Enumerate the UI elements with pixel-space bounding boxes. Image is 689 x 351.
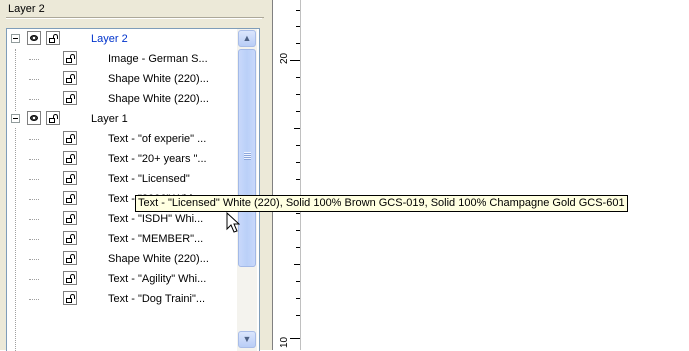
tree-connector <box>29 139 39 140</box>
layer-tooltip: Text - "Licensed" White (220), Solid 100… <box>135 195 628 212</box>
tree-connector <box>29 219 39 220</box>
layer-item-row[interactable]: Text - "Dog Traini"... <box>7 289 237 309</box>
lock-icon[interactable] <box>63 231 77 245</box>
item-label: Text - "MEMBER"... <box>108 233 204 245</box>
lock-icon[interactable] <box>46 31 60 45</box>
panel-title: Layer 2 <box>6 1 264 19</box>
layer-item-row[interactable]: Shape White (220)... <box>7 249 237 269</box>
item-label: Text - "Agility" Whi... <box>108 273 207 285</box>
layer-item-row[interactable]: Text - "Agility" Whi... <box>7 269 237 289</box>
ruler-tick <box>290 60 300 61</box>
layer-item-row[interactable]: Image - German S... <box>7 49 237 69</box>
lock-icon[interactable] <box>63 211 77 225</box>
ruler-tick <box>296 298 300 299</box>
layer-item-row[interactable]: Text - "Licensed" <box>7 169 237 189</box>
ruler-tick <box>294 264 300 265</box>
lock-icon[interactable] <box>63 291 77 305</box>
item-label: Text - "Dog Traini"... <box>108 293 206 305</box>
tree-connector <box>29 59 39 60</box>
layer-label: Layer 2 <box>91 33 128 45</box>
ruler-tick <box>296 179 300 180</box>
item-label: Shape White (220)... <box>108 73 209 85</box>
lock-icon[interactable] <box>63 251 77 265</box>
layers-panel: Layer 2 Layer 2 Image - German S... Shap… <box>0 0 272 351</box>
tree-connector <box>29 79 39 80</box>
lock-icon[interactable] <box>63 91 77 105</box>
grip-icon <box>244 152 251 160</box>
lock-icon[interactable] <box>63 271 77 285</box>
vertical-scrollbar[interactable]: ▲ ▼ <box>237 29 257 351</box>
layer-item-row[interactable]: Text - "MEMBER"... <box>7 229 237 249</box>
item-label: Shape White (220)... <box>108 93 209 105</box>
layer-item-row[interactable]: Text - "of experie" ... <box>7 129 237 149</box>
tree-connector <box>29 179 39 180</box>
item-label: Text - "of experie" ... <box>108 133 207 145</box>
lock-icon[interactable] <box>46 111 60 125</box>
ruler-tick <box>296 213 300 214</box>
layer-label: Layer 1 <box>91 113 128 125</box>
item-label: Text - "ISDH" Whi... <box>108 213 204 225</box>
item-label: Text - "20+ years "... <box>108 153 207 165</box>
tree-connector <box>29 159 39 160</box>
tree-connector <box>29 299 39 300</box>
cursor-icon <box>226 212 240 233</box>
ruler-tick <box>296 247 300 248</box>
lock-icon[interactable] <box>63 51 77 65</box>
layer-item-row[interactable]: Text - "20+ years "... <box>7 149 237 169</box>
ruler-tick <box>296 162 300 163</box>
collapse-icon[interactable] <box>11 114 20 123</box>
ruler-label: 10 <box>279 336 290 348</box>
scrollbar-thumb[interactable] <box>238 49 256 267</box>
ruler-tick <box>296 315 300 316</box>
tree-connector <box>29 279 39 280</box>
lock-icon[interactable] <box>63 131 77 145</box>
layer-item-row[interactable]: Shape White (220)... <box>7 69 237 89</box>
ruler-tick <box>296 145 300 146</box>
ruler-tick <box>296 94 300 95</box>
tree-connector <box>29 199 39 200</box>
tree-connector <box>29 239 39 240</box>
item-label: Text - "Licensed" <box>108 173 190 185</box>
layer-tree: Layer 2 Image - German S... Shape White … <box>6 28 260 351</box>
scroll-down-icon[interactable]: ▼ <box>238 331 256 348</box>
ruler-tick <box>290 338 300 339</box>
ruler-tick <box>296 111 300 112</box>
layer-row-layer-1[interactable]: Layer 1 <box>7 109 237 129</box>
ruler-tick <box>296 77 300 78</box>
lock-icon[interactable] <box>63 171 77 185</box>
lock-icon[interactable] <box>63 71 77 85</box>
ruler-tick <box>296 10 300 11</box>
eye-icon[interactable] <box>27 31 41 45</box>
ruler-tick <box>296 281 300 282</box>
layer-row-layer-2[interactable]: Layer 2 <box>7 29 237 49</box>
vertical-ruler: 20 10 <box>272 0 301 350</box>
ruler-label: 20 <box>279 52 290 64</box>
ruler-tick <box>296 26 300 27</box>
tree-connector <box>29 99 39 100</box>
ruler-tick <box>294 128 300 129</box>
ruler-tick <box>296 230 300 231</box>
item-label: Image - German S... <box>108 53 208 65</box>
lock-icon[interactable] <box>63 191 77 205</box>
lock-icon[interactable] <box>63 151 77 165</box>
scroll-up-icon[interactable]: ▲ <box>238 30 256 47</box>
ruler-tick <box>296 43 300 44</box>
tree-connector <box>29 259 39 260</box>
layer-item-row[interactable]: Text - "ISDH" Whi... <box>7 209 237 229</box>
collapse-icon[interactable] <box>11 34 20 43</box>
item-label: Shape White (220)... <box>108 253 209 265</box>
eye-icon[interactable] <box>27 111 41 125</box>
layer-item-row[interactable]: Shape White (220)... <box>7 89 237 109</box>
